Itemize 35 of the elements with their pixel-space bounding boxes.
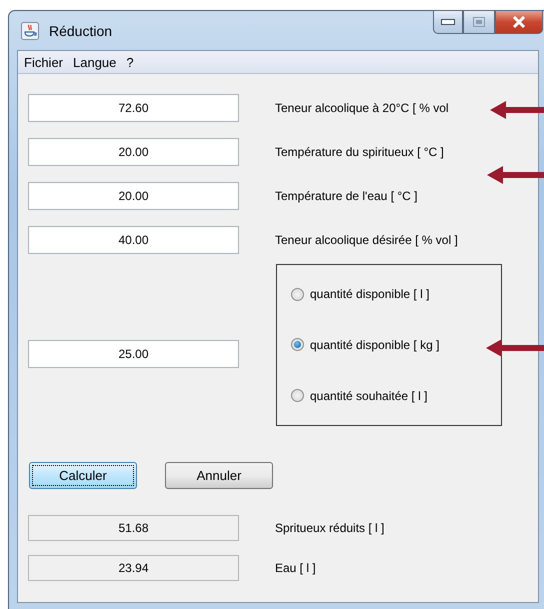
- radio-option[interactable]: quantité disponible [ l ]: [291, 287, 430, 302]
- menu-item[interactable]: ?: [126, 54, 134, 70]
- result-label: Eau [ l ]: [275, 561, 316, 575]
- minimize-icon: [441, 19, 455, 25]
- radio-button[interactable]: [291, 338, 304, 352]
- result-field[interactable]: 23.94: [28, 555, 239, 581]
- java-cup-icon: [21, 22, 39, 40]
- close-button[interactable]: [495, 10, 543, 34]
- radio-button[interactable]: [291, 288, 304, 301]
- result-field[interactable]: 51.68: [28, 515, 239, 541]
- radio-option[interactable]: quantité disponible [ kg ]: [291, 338, 440, 352]
- annotation-arrow: [486, 339, 544, 357]
- input-field[interactable]: 20.00: [28, 182, 239, 210]
- maximize-button[interactable]: [463, 10, 495, 34]
- window-title: Réduction: [49, 22, 112, 38]
- annotation-arrow: [487, 166, 544, 184]
- menu-item[interactable]: Fichier: [24, 54, 64, 70]
- minimize-button[interactable]: [433, 10, 463, 34]
- maximize-icon: [473, 17, 485, 27]
- menu-item[interactable]: Langue: [73, 54, 116, 70]
- annotation-arrow: [490, 101, 544, 119]
- input-field[interactable]: 20.00: [28, 138, 239, 166]
- radio-button[interactable]: [291, 389, 304, 402]
- close-icon: [512, 16, 526, 28]
- calculate-button[interactable]: Calculer: [29, 462, 137, 489]
- input-field[interactable]: 72.60: [28, 94, 239, 122]
- result-label: Spritueux réduits [ l ]: [275, 521, 384, 535]
- field-label: Teneur alcoolique désirée [ % vol ]: [275, 233, 458, 247]
- radio-option[interactable]: quantité souhaitée [ l ]: [291, 388, 428, 403]
- field-label: Température de l'eau [ °C ]: [275, 189, 418, 203]
- field-label: Teneur alcoolique à 20°C [ % vol: [275, 101, 449, 115]
- field-label: Température du spiritueux [ °C ]: [275, 145, 444, 159]
- cancel-button[interactable]: Annuler: [165, 462, 273, 489]
- input-field[interactable]: 40.00: [28, 226, 239, 254]
- quantity-field[interactable]: 25.00: [28, 340, 239, 368]
